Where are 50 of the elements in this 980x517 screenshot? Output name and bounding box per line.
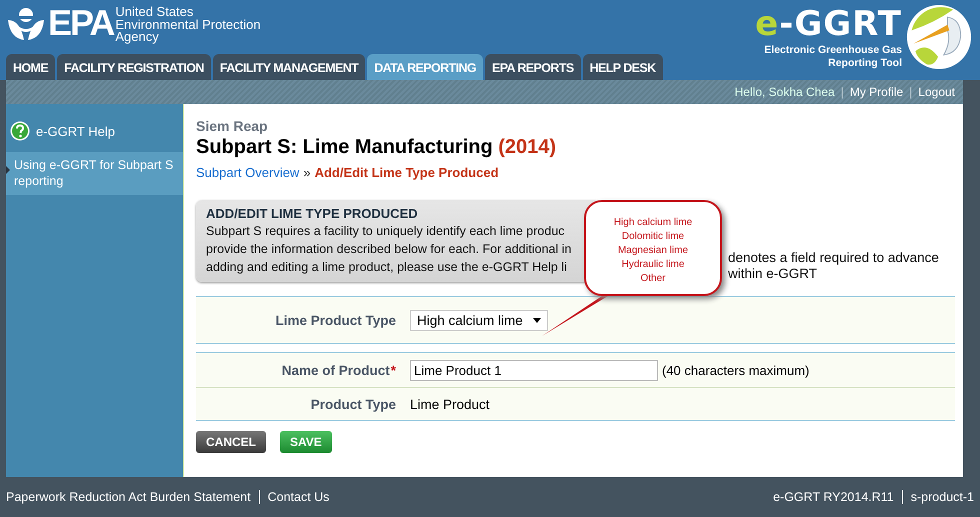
- agency-name: Agency: [115, 31, 159, 44]
- link-separator: |: [909, 85, 912, 99]
- nav-tab[interactable]: EPA REPORTS: [485, 54, 581, 80]
- field-label: Product Type: [310, 396, 396, 412]
- required-note: within e-GGRT: [728, 266, 818, 282]
- option-label: Hydraulic lime: [622, 258, 684, 272]
- heron-logo-icon: [906, 4, 972, 70]
- field-hint: (40 characters maximum): [662, 362, 810, 378]
- intro-text: provide the information described below for each. For additional in: [206, 241, 572, 257]
- facility-name: Siem Reap: [196, 118, 269, 134]
- user-link[interactable]: Logout: [918, 85, 955, 99]
- version-text: s-product-1: [910, 490, 974, 504]
- nav-tab[interactable]: HOME: [6, 54, 56, 80]
- caret-icon: [532, 318, 541, 322]
- required-mark: *: [390, 362, 396, 378]
- footer-link[interactable]: Contact Us: [268, 490, 330, 504]
- version-text: e-GGRT RY2014.R11: [773, 490, 894, 504]
- nav-tab[interactable]: FACILITY MANAGEMENT: [212, 54, 366, 80]
- field-value: Lime Product: [410, 396, 490, 412]
- agency-logo-letters: EPA: [48, 4, 114, 42]
- footer-link[interactable]: Paperwork Reduction Act Burden Statement: [6, 490, 251, 504]
- tool-subtitle: Electronic Greenhouse Gas: [764, 44, 902, 57]
- agency-name: Environmental Protection: [115, 18, 261, 31]
- option-label: Magnesian lime: [618, 244, 688, 258]
- user-greeting: Hello, Sokha Chea: [734, 85, 835, 99]
- tool-logo-name: e-GGRT: [755, 4, 902, 44]
- breadcrumb-separator: »: [303, 165, 311, 180]
- option-label: Other: [640, 272, 666, 286]
- breadcrumb-current: Add/Edit Lime Type Produced: [314, 165, 499, 180]
- option-label: High calcium lime: [614, 216, 692, 230]
- required-note: denotes a field required to advance: [728, 250, 939, 266]
- option-label: Dolomitic lime: [622, 230, 684, 244]
- help-title: e-GGRT Help: [36, 124, 115, 138]
- field-label: Lime Product Type: [275, 312, 396, 328]
- intro-text: Subpart S requires a facility to uniquely identify each lime produc: [206, 223, 566, 239]
- intro-heading: ADD/EDIT LIME TYPE PRODUCED: [206, 206, 419, 221]
- agency-name: United States: [115, 6, 194, 18]
- tool-subtitle: Reporting Tool: [828, 57, 902, 70]
- help-icon: [10, 121, 30, 141]
- nav-tab[interactable]: FACILITY REGISTRATION: [57, 54, 211, 80]
- cancel-button[interactable]: CANCEL: [196, 431, 266, 453]
- breadcrumb-link[interactable]: Subpart Overview: [196, 165, 300, 180]
- product-name-field[interactable]: Lime Product 1: [410, 360, 658, 380]
- link-separator: |: [840, 85, 844, 99]
- page-title: Subpart S: Lime Manufacturing (2014): [196, 136, 558, 159]
- intro-text: adding and editing a lime product, please use the e-GGRT Help li: [206, 259, 568, 275]
- product-type-dropdown[interactable]: High calcium lime: [410, 310, 548, 330]
- user-link[interactable]: My Profile: [850, 85, 904, 99]
- nav-tab[interactable]: HELP DESK: [582, 54, 663, 80]
- field-label: Name of Product: [282, 362, 390, 378]
